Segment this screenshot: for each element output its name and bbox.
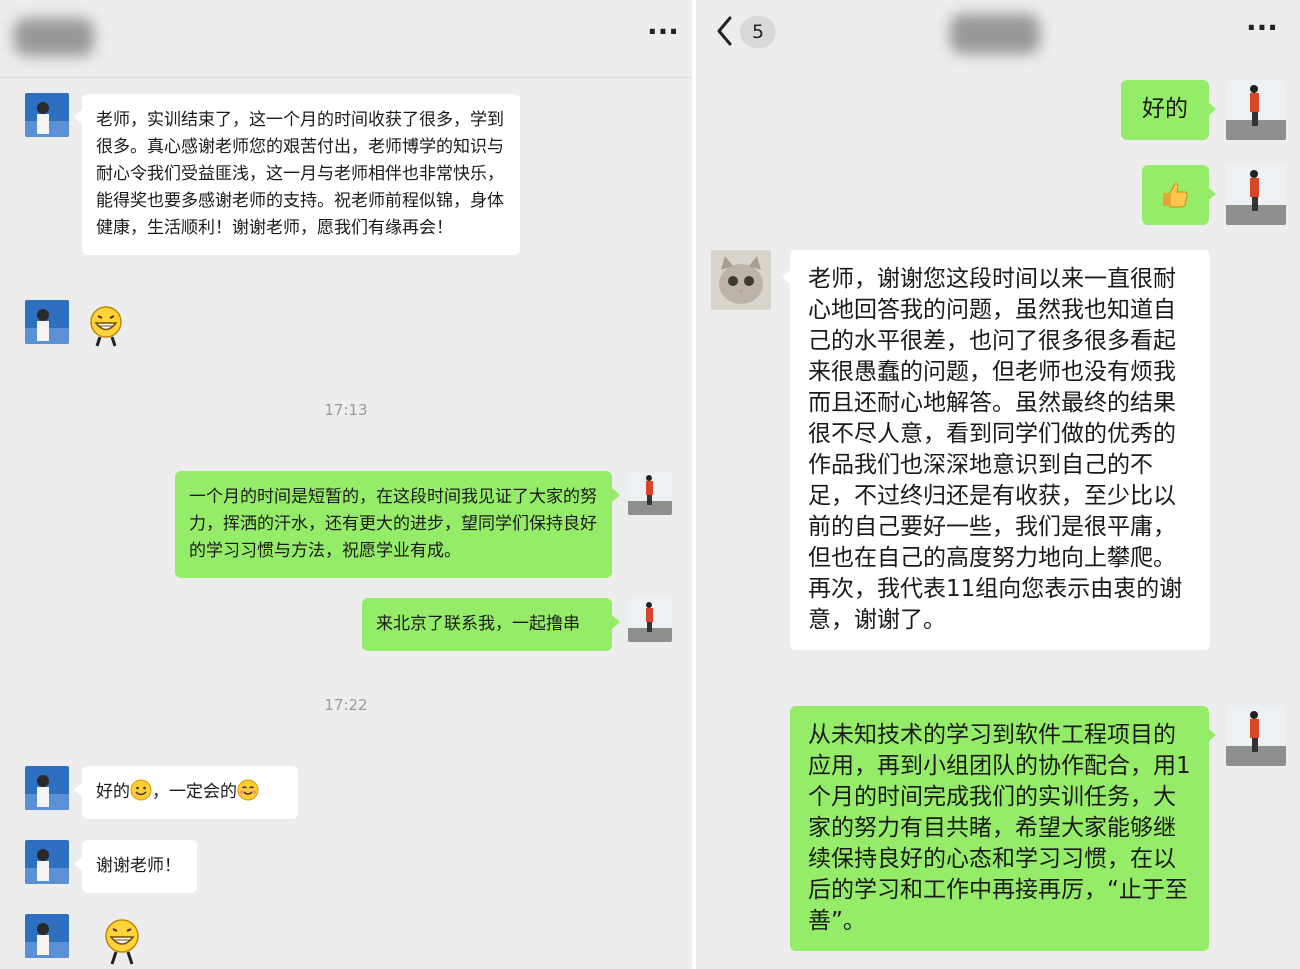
timestamp: 17:22 bbox=[324, 696, 368, 714]
message-text: 老师，谢谢您这段时间以来一直很耐心地回答我的问题，虽然我也知道自己的水平很差，也… bbox=[808, 266, 1183, 633]
message-bubble[interactable]: 好的 bbox=[1121, 80, 1209, 140]
message-bubble[interactable]: 一个月的时间是短暂的，在这段时间我见证了大家的努力，挥洒的汗水，还有更大的进步，… bbox=[175, 471, 612, 578]
grin-sticker[interactable] bbox=[102, 916, 142, 969]
unread-count-badge[interactable]: 5 bbox=[740, 16, 776, 48]
more-icon[interactable]: ··· bbox=[647, 18, 679, 46]
chat-title-blurred bbox=[950, 14, 1040, 54]
message-text: 一个月的时间是短暂的，在这段时间我见证了大家的努力，挥洒的汗水，还有更大的进步，… bbox=[189, 487, 597, 561]
right-chat-panel: 5 ··· 好的 老师，谢谢您这段时间以来一直很耐心地回答我的问题，虽然我也知道… bbox=[696, 0, 1300, 969]
message-bubble[interactable]: 谢谢老师！ bbox=[82, 840, 197, 893]
smile-emoji bbox=[130, 779, 152, 801]
back-chevron-icon[interactable] bbox=[714, 14, 736, 48]
cat-avatar[interactable] bbox=[711, 250, 771, 310]
message-bubble[interactable]: 从未知技术的学习到软件工程项目的应用，再到小组团队的协作配合，用1个月的时间完成… bbox=[790, 706, 1209, 951]
message-bubble[interactable]: 好的 ，一定会的 bbox=[82, 766, 298, 819]
avatar[interactable] bbox=[25, 914, 69, 958]
message-text: 谢谢老师！ bbox=[96, 856, 181, 876]
message-text: 老师，实训结束了，这一个月的时间收获了很多，学到很多。真心感谢老师您的艰苦付出，… bbox=[96, 110, 504, 238]
left-chat-panel: ··· 老师，实训结束了，这一个月的时间收获了很多，学到很多。真心感谢老师您的艰… bbox=[0, 0, 692, 969]
message-text: 好的 bbox=[1142, 96, 1188, 122]
more-icon[interactable]: ··· bbox=[1246, 14, 1278, 42]
my-avatar[interactable] bbox=[1226, 706, 1286, 766]
message-bubble[interactable]: 来北京了联系我，一起撸串 bbox=[362, 598, 612, 651]
my-avatar[interactable] bbox=[628, 471, 672, 515]
avatar[interactable] bbox=[25, 840, 69, 884]
avatar[interactable] bbox=[25, 766, 69, 810]
my-avatar[interactable] bbox=[1226, 80, 1286, 140]
message-bubble[interactable]: 老师，实训结束了，这一个月的时间收获了很多，学到很多。真心感谢老师您的艰苦付出，… bbox=[82, 94, 520, 255]
chat-header: ··· bbox=[0, 0, 692, 78]
thumbs-up-icon bbox=[1163, 183, 1188, 208]
avatar[interactable] bbox=[25, 300, 69, 344]
my-avatar[interactable] bbox=[1226, 165, 1286, 225]
message-text: 从未知技术的学习到软件工程项目的应用，再到小组团队的协作配合，用1个月的时间完成… bbox=[808, 722, 1191, 934]
chat-header: 5 ··· bbox=[696, 0, 1300, 78]
blush-emoji bbox=[237, 779, 259, 801]
message-text: 来北京了联系我，一起撸串 bbox=[376, 614, 580, 634]
message-bubble[interactable]: 老师，谢谢您这段时间以来一直很耐心地回答我的问题，虽然我也知道自己的水平很差，也… bbox=[790, 250, 1210, 650]
timestamp: 17:13 bbox=[324, 401, 368, 419]
message-bubble[interactable] bbox=[1142, 165, 1209, 225]
avatar[interactable] bbox=[25, 93, 69, 137]
grin-sticker[interactable] bbox=[88, 304, 124, 352]
message-text: 好的 bbox=[96, 782, 130, 802]
message-text: ，一定会的 bbox=[152, 782, 237, 802]
chat-title-blurred bbox=[14, 18, 94, 56]
my-avatar[interactable] bbox=[628, 598, 672, 642]
unread-count: 5 bbox=[751, 21, 765, 43]
